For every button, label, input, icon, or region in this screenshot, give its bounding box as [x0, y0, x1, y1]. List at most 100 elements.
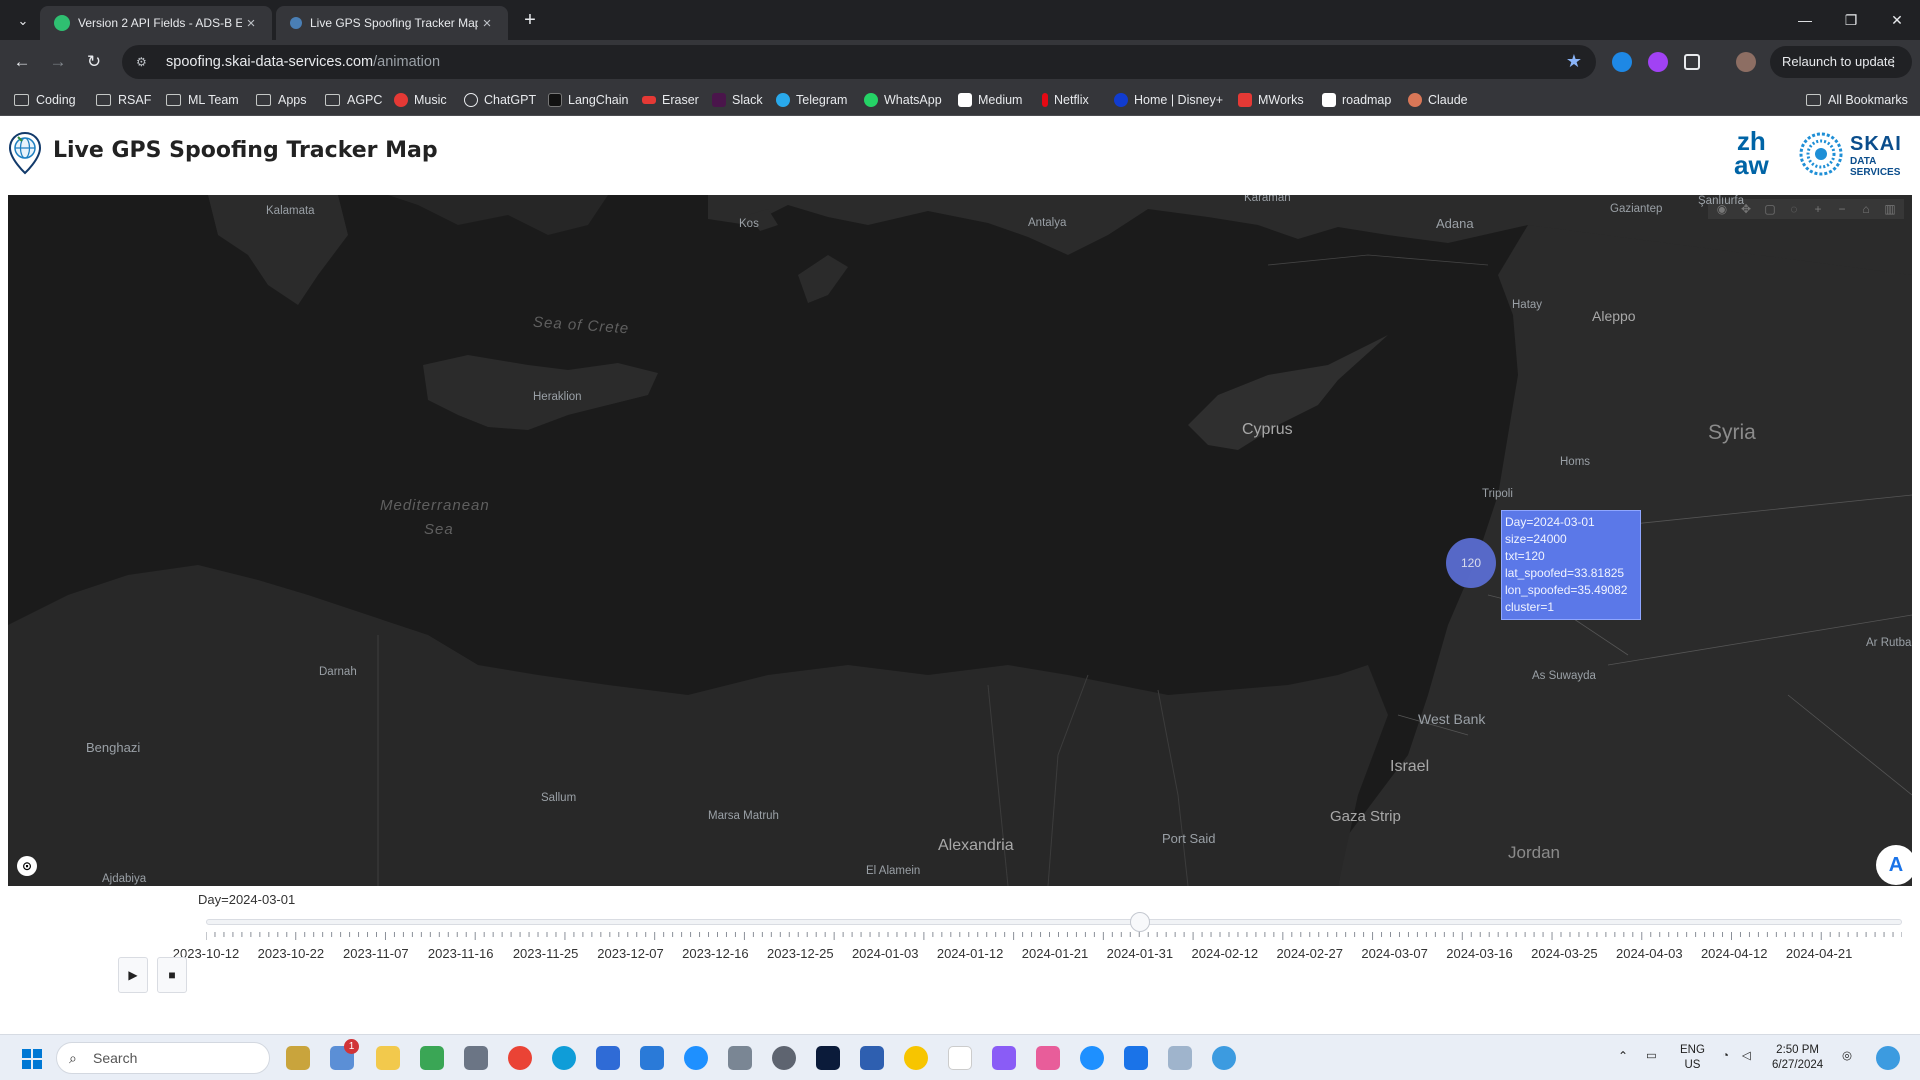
relaunch-button[interactable]: Relaunch to update ⋮: [1770, 46, 1912, 78]
zoom-out-icon[interactable]: −: [1832, 199, 1852, 219]
snipping-tool-icon[interactable]: [1036, 1046, 1060, 1070]
camera-icon[interactable]: ◉: [1712, 199, 1732, 219]
minimize-icon[interactable]: —: [1782, 8, 1828, 32]
extensions-puzzle-icon[interactable]: [1684, 54, 1700, 70]
assistant-floating-icon[interactable]: A: [1876, 845, 1912, 885]
docker-icon[interactable]: [684, 1046, 708, 1070]
app-icon-3[interactable]: [860, 1046, 884, 1070]
tray-device-icon[interactable]: ▭: [1646, 1049, 1657, 1064]
play-button[interactable]: ▶: [118, 957, 148, 993]
tab-spoofing-tracker[interactable]: Live GPS Spoofing Tracker Map ×: [276, 6, 508, 40]
mapbox-logo-icon[interactable]: ⊙: [17, 856, 37, 876]
lasso-icon[interactable]: ◌: [1784, 199, 1804, 219]
slider-tick-label[interactable]: 2023-11-07: [343, 946, 409, 961]
zoom-in-icon[interactable]: +: [1808, 199, 1828, 219]
spoofing-map[interactable]: Kalamata Kos Antalya Karaman Adana Gazia…: [8, 195, 1912, 886]
reset-home-icon[interactable]: ⌂: [1856, 199, 1876, 219]
stop-button[interactable]: ■: [157, 957, 187, 993]
app-icon-9[interactable]: [1168, 1046, 1192, 1070]
plotly-logo-icon[interactable]: ▥: [1880, 199, 1900, 219]
bookmark-mworks[interactable]: MWorks: [1238, 91, 1304, 109]
app-icon-8[interactable]: [1124, 1046, 1148, 1070]
app-icon-1[interactable]: [728, 1046, 752, 1070]
bookmark-roadmap[interactable]: roadmap: [1322, 91, 1391, 109]
site-info-icon[interactable]: ⚙: [136, 55, 156, 69]
slider-grip[interactable]: [1130, 912, 1151, 932]
edge-icon[interactable]: [552, 1046, 576, 1070]
extension-blue-icon[interactable]: [1612, 52, 1632, 72]
slider-tick-label[interactable]: 2024-01-31: [1107, 946, 1174, 961]
notifications-bell-icon[interactable]: ◎: [1842, 1049, 1852, 1064]
bookmark-slack[interactable]: Slack: [712, 91, 763, 109]
settings-gear-icon[interactable]: [772, 1046, 796, 1070]
app-icon-10[interactable]: [1212, 1046, 1236, 1070]
profile-avatar-icon[interactable]: [1736, 52, 1756, 72]
copilot-icon[interactable]: [1876, 1046, 1900, 1070]
bookmark-netflix[interactable]: Netflix: [1042, 91, 1089, 109]
bookmark-folder-coding[interactable]: Coding: [14, 91, 76, 109]
app-icon-5[interactable]: [948, 1046, 972, 1070]
pan-icon[interactable]: ✥: [1736, 199, 1756, 219]
input-language[interactable]: ENG US: [1680, 1043, 1705, 1073]
app-icon-4[interactable]: [904, 1046, 928, 1070]
bookmark-folder-apps[interactable]: Apps: [256, 91, 307, 109]
tab-search-chevron-icon[interactable]: ⌄: [12, 10, 34, 32]
calculator-icon[interactable]: [464, 1046, 488, 1070]
spoofing-cluster-marker[interactable]: 120: [1446, 538, 1496, 588]
notepad-icon[interactable]: [420, 1046, 444, 1070]
slider-tick-label[interactable]: 2024-01-12: [937, 946, 1004, 961]
tab-close-icon[interactable]: ×: [242, 15, 260, 32]
slider-tick-label[interactable]: 2024-02-27: [1276, 946, 1343, 961]
bookmark-telegram[interactable]: Telegram: [776, 91, 847, 109]
app-icon-6[interactable]: [992, 1046, 1016, 1070]
slider-tick-label[interactable]: 2024-04-21: [1786, 946, 1853, 961]
wifi-icon[interactable]: ◔: [1722, 1049, 1729, 1064]
slider-tick-label[interactable]: 2023-12-07: [597, 946, 664, 961]
store-icon[interactable]: [596, 1046, 620, 1070]
slider-tick-label[interactable]: 2023-11-16: [428, 946, 494, 961]
bookmark-langchain[interactable]: LangChain: [548, 91, 628, 109]
all-bookmarks-button[interactable]: All Bookmarks: [1806, 91, 1908, 109]
tray-chevron-icon[interactable]: ⌃: [1618, 1049, 1628, 1064]
chrome-icon[interactable]: [508, 1046, 532, 1070]
slider-tick-label[interactable]: 2024-03-25: [1531, 946, 1598, 961]
bookmark-folder-rsaf[interactable]: RSAF: [96, 91, 151, 109]
close-window-icon[interactable]: ✕: [1874, 8, 1920, 32]
slider-tick-label[interactable]: 2024-01-03: [852, 946, 919, 961]
app-icon-2[interactable]: [816, 1046, 840, 1070]
select-box-icon[interactable]: ▢: [1760, 199, 1780, 219]
slider-tick-label[interactable]: 2024-01-21: [1022, 946, 1089, 961]
volume-icon[interactable]: ◁: [1742, 1049, 1751, 1064]
bookmark-folder-ml-team[interactable]: ML Team: [166, 91, 239, 109]
bookmark-claude[interactable]: Claude: [1408, 91, 1468, 109]
tab-adsb-api-fields[interactable]: Version 2 API Fields - ADS-B Ex ×: [40, 6, 272, 40]
slider-tick-label[interactable]: 2024-04-03: [1616, 946, 1683, 961]
file-explorer-icon[interactable]: [376, 1046, 400, 1070]
slider-tick-label[interactable]: 2023-11-25: [513, 946, 579, 961]
vscode-icon[interactable]: [640, 1046, 664, 1070]
tab-close-icon[interactable]: ×: [478, 15, 496, 32]
restore-icon[interactable]: ❐: [1828, 8, 1874, 32]
extension-purple-icon[interactable]: [1648, 52, 1668, 72]
new-tab-plus-icon[interactable]: +: [518, 9, 542, 33]
bookmark-medium[interactable]: Medium: [958, 91, 1022, 109]
slider-tick-label[interactable]: 2024-03-16: [1446, 946, 1513, 961]
slider-tick-label[interactable]: 2024-04-12: [1701, 946, 1768, 961]
bookmark-folder-agpc[interactable]: AGPC: [325, 91, 382, 109]
bookmark-chatgpt[interactable]: ChatGPT: [464, 91, 536, 109]
windows-start-icon[interactable]: [22, 1049, 42, 1069]
reload-icon[interactable]: ↻: [82, 50, 106, 74]
app-icon-7[interactable]: [1080, 1046, 1104, 1070]
address-bar[interactable]: ⚙ spoofing.skai-data-services.com/animat…: [122, 45, 1596, 79]
bookmark-disney-plus[interactable]: Home | Disney+: [1114, 91, 1223, 109]
bookmark-star-icon[interactable]: ★: [1566, 51, 1582, 72]
slider-tick-label[interactable]: 2023-12-16: [682, 946, 749, 961]
slider-tick-label[interactable]: 2024-03-07: [1361, 946, 1428, 961]
slider-tick-label[interactable]: 2024-02-12: [1192, 946, 1259, 961]
back-arrow-icon[interactable]: ←: [10, 50, 34, 74]
bookmark-eraser[interactable]: Eraser: [642, 91, 699, 109]
slider-tick-label[interactable]: 2023-12-25: [767, 946, 834, 961]
task-view-icon[interactable]: [286, 1046, 310, 1070]
bookmark-music[interactable]: Music: [394, 91, 447, 109]
taskbar-search-input[interactable]: ⌕ Search: [56, 1042, 270, 1074]
